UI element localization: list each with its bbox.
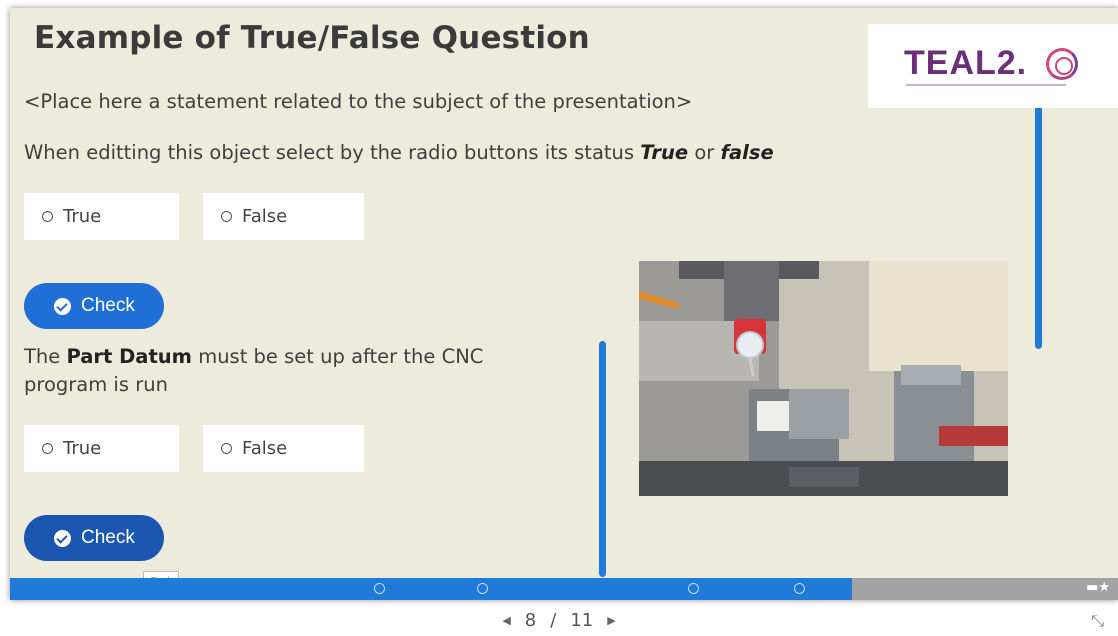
q2-bold-term: Part Datum [66,345,192,368]
teal-logo: TEAL2. [868,24,1118,108]
logo-ring-icon [1046,48,1078,80]
radio-icon[interactable] [221,443,232,454]
check-circle-icon [54,529,71,547]
question2-text: The Part Datum must be set up after the … [24,343,544,399]
slide-progress-bar[interactable]: ▬★ [10,578,1118,600]
page-current: 8 [524,609,537,631]
progress-fill [10,578,853,600]
q2-option-true-label: True [63,438,102,459]
slide-title: Example of True/False Question [34,20,590,56]
scrollbar-right[interactable] [1035,87,1042,349]
q2-option-false[interactable]: False [203,425,364,472]
check-circle-icon [54,297,71,315]
radio-icon[interactable] [42,443,53,454]
exit-fullscreen-icon[interactable]: ⤡ [1091,611,1104,631]
pager: ◀ 8 / 11 ▶ [0,604,1118,636]
previous-slide-icon[interactable]: ◀ [502,614,510,627]
false-word: false [720,141,774,164]
progress-marker[interactable] [794,583,805,594]
radio-icon[interactable] [221,211,232,222]
slide: Example of True/False Question <Place he… [10,8,1118,600]
q1-option-true-label: True [63,206,102,227]
instruction-text-part: When editting this object select by the … [24,141,641,164]
page-total: 11 [570,609,594,631]
q1-check-button[interactable]: Check [24,283,164,329]
logo-text: TEAL2. [904,44,1028,82]
statement-placeholder: <Place here a statement related to the s… [24,90,693,113]
page-separator: / [550,609,557,631]
q1-check-label: Check [81,295,135,316]
q2-check-label: Check [81,527,135,548]
q2-option-false-label: False [242,438,288,459]
q2-option-true[interactable]: True [24,425,179,472]
logo-tagline-line [906,84,1066,86]
true-word: True [640,141,689,164]
q1-option-false[interactable]: False [203,193,364,240]
q1-option-false-label: False [242,206,288,227]
next-slide-icon[interactable]: ▶ [607,614,615,627]
progress-marker[interactable] [477,583,488,594]
progress-controls-icon[interactable]: ▬★ [1086,580,1110,595]
cnc-photo-illustration [639,261,1008,496]
q2-text-before: The [24,345,67,368]
progress-marker[interactable] [688,583,699,594]
cnc-machine-photo [639,261,1008,496]
instruction-text: When editting this object select by the … [24,141,774,164]
radio-icon[interactable] [42,211,53,222]
or-word: or [688,141,721,164]
scrollbar-left[interactable] [599,341,606,577]
q2-check-button[interactable]: Check [24,515,164,561]
progress-marker[interactable] [374,583,385,594]
q1-option-true[interactable]: True [24,193,179,240]
